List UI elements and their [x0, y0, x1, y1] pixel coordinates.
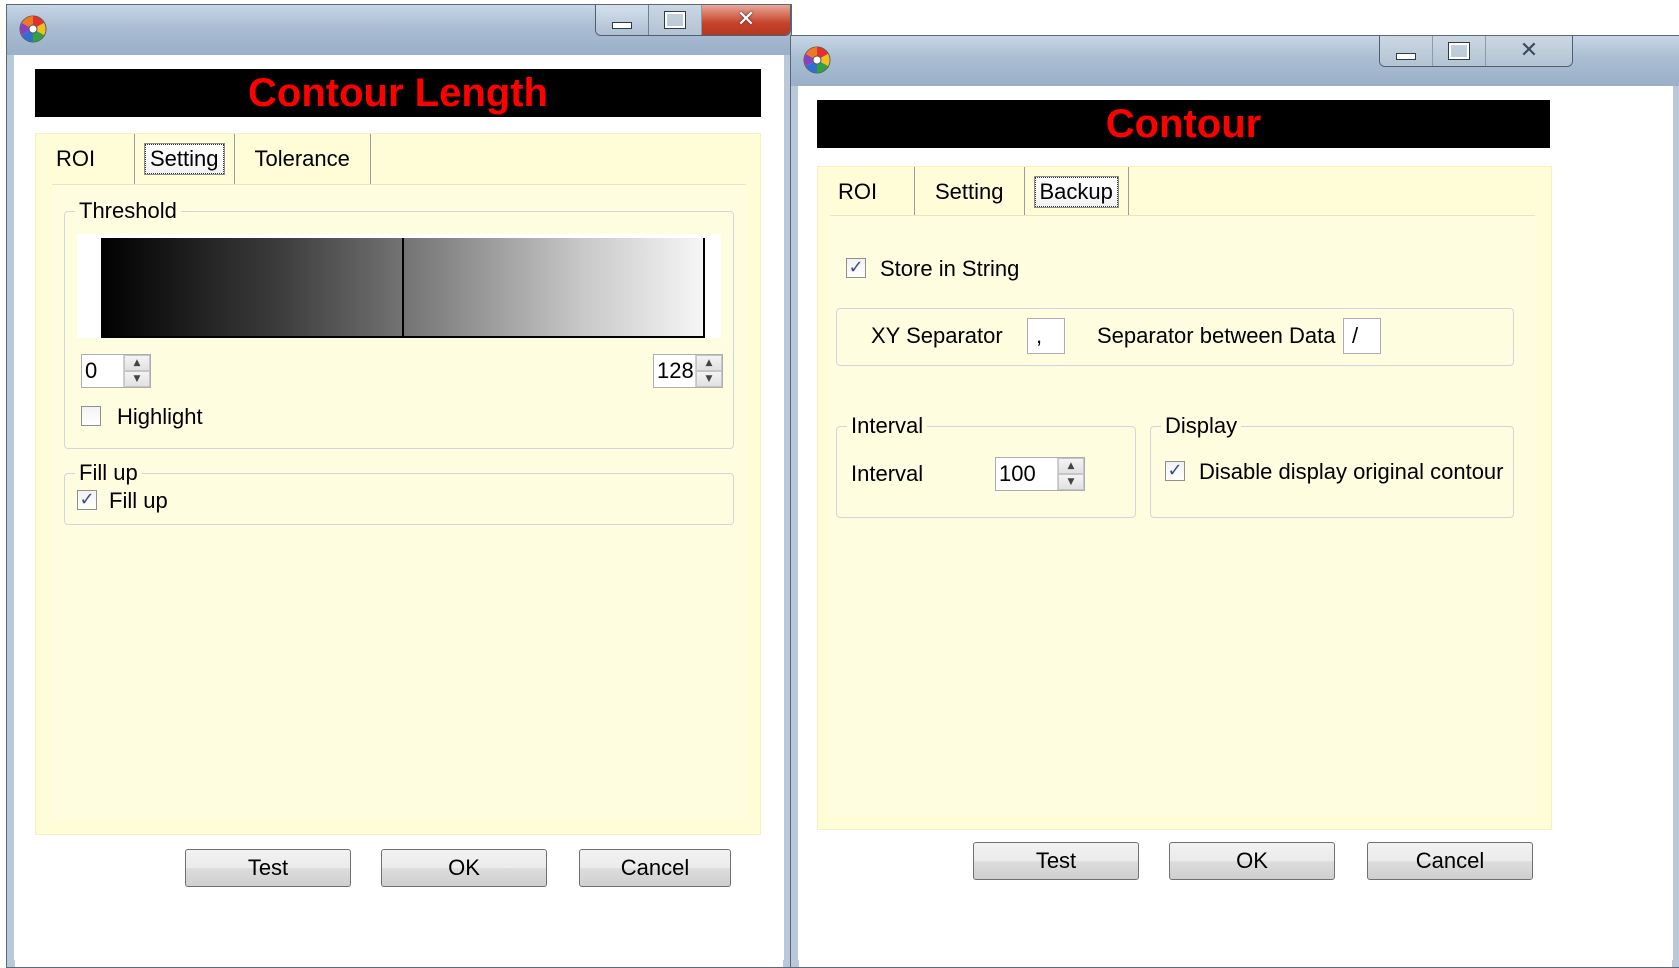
interval-group-title: Interval [847, 413, 928, 439]
setting-page: Threshold 0 ▲ ▼ 128 ▲ ▼ Highlight Fill u… [52, 184, 746, 819]
close-icon: ✕ [1519, 38, 1539, 63]
backup-page: Store in String XY Separator , Separator… [830, 215, 1535, 816]
fillup-group: Fill up Fill up [64, 460, 734, 525]
tab-control: ROI Setting Tolerance Threshold 0 ▲ ▼ 12… [35, 133, 761, 835]
ok-button[interactable]: OK [381, 849, 547, 887]
store-in-string-label: Store in String [880, 256, 1020, 281]
maximize-icon [664, 11, 686, 29]
fillup-group-title: Fill up [75, 460, 142, 486]
tab-setting[interactable]: Setting [135, 134, 235, 184]
title-bar[interactable]: ✕ [7, 5, 791, 55]
threshold-group: Threshold 0 ▲ ▼ 128 ▲ ▼ Highlight [64, 198, 734, 449]
threshold-group-title: Threshold [75, 198, 181, 224]
spin-up-icon[interactable]: ▲ [124, 355, 150, 371]
tab-tolerance[interactable]: Tolerance [235, 134, 371, 184]
contour-window: ✕ Contour ROI Setting Backup Store in St… [790, 35, 1679, 968]
dialog-client: Contour ROI Setting Backup Store in Stri… [799, 86, 1672, 967]
test-button[interactable]: Test [973, 842, 1139, 880]
threshold-low-value: 0 [85, 358, 98, 383]
highlight-label: Highlight [117, 404, 203, 429]
threshold-high-value: 128 [657, 358, 694, 383]
spin-up-icon[interactable]: ▲ [696, 355, 722, 371]
disable-display-label: Disable display original contour [1199, 459, 1504, 484]
contour-length-window: ✕ Contour Length ROI Setting Tolerance T… [6, 4, 792, 968]
tab-tolerance-label: Tolerance [254, 146, 350, 171]
color-wheel-icon [803, 46, 831, 74]
tab-setting-label: Setting [145, 144, 224, 174]
test-button[interactable]: Test [185, 849, 351, 887]
tab-control: ROI Setting Backup Store in String XY Se… [817, 166, 1552, 830]
color-wheel-icon [19, 15, 47, 43]
maximize-button[interactable] [649, 5, 702, 35]
display-group-title: Display [1161, 413, 1242, 439]
xy-separator-label: XY Separator [871, 323, 1003, 348]
data-separator-input[interactable]: / [1343, 318, 1381, 354]
close-button[interactable]: ✕ [702, 5, 790, 35]
spin-down-icon[interactable]: ▼ [124, 371, 150, 387]
tab-roi[interactable]: ROI [818, 167, 915, 217]
minimize-button[interactable] [1380, 36, 1433, 66]
tab-setting-label: Setting [935, 179, 1004, 204]
minimize-button[interactable] [596, 5, 649, 35]
disable-display-checkbox[interactable] [1165, 461, 1185, 481]
tab-roi-label: ROI [56, 146, 96, 171]
interval-label: Interval [851, 461, 924, 486]
maximize-icon [1448, 42, 1470, 60]
highlight-checkbox[interactable] [81, 406, 101, 426]
data-separator-label: Separator between Data [1097, 323, 1336, 348]
tab-roi-label: ROI [838, 179, 878, 204]
spin-down-icon[interactable]: ▼ [1058, 474, 1084, 490]
ok-button[interactable]: OK [1169, 842, 1335, 880]
store-in-string-checkbox[interactable] [846, 258, 866, 278]
title-bar[interactable]: ✕ [791, 36, 1679, 86]
interval-group: Interval Interval 100 ▲ ▼ [836, 413, 1136, 518]
threshold-right-edge [703, 238, 705, 338]
dialog-client: Contour Length ROI Setting Tolerance Thr… [15, 55, 783, 967]
threshold-low-spinbox[interactable]: 0 ▲ ▼ [81, 354, 151, 388]
tab-roi[interactable]: ROI [36, 134, 135, 184]
threshold-high-spinbox[interactable]: 128 ▲ ▼ [653, 354, 723, 388]
tab-backup-label: Backup [1034, 177, 1118, 207]
dialog-header: Contour [817, 100, 1550, 148]
interval-spinbox[interactable]: 100 ▲ ▼ [995, 457, 1085, 491]
interval-value: 100 [999, 461, 1036, 486]
maximize-button[interactable] [1433, 36, 1486, 66]
dialog-header: Contour Length [35, 69, 761, 117]
cancel-button[interactable]: Cancel [1367, 842, 1533, 880]
separator-group: XY Separator , Separator between Data / [836, 308, 1514, 366]
tab-strip: ROI Setting Backup [818, 167, 1551, 217]
close-icon: ✕ [736, 7, 756, 32]
close-button[interactable]: ✕ [1486, 36, 1572, 66]
threshold-histogram [77, 234, 721, 338]
tab-strip: ROI Setting Tolerance [36, 134, 760, 184]
spin-down-icon[interactable]: ▼ [696, 371, 722, 387]
minimize-icon [612, 21, 632, 29]
cancel-button[interactable]: Cancel [579, 849, 731, 887]
fillup-checkbox-label: Fill up [109, 488, 168, 513]
display-group: Display Disable display original contour [1150, 413, 1514, 518]
fillup-checkbox[interactable] [77, 490, 97, 510]
spin-up-icon[interactable]: ▲ [1058, 458, 1084, 474]
threshold-marker[interactable] [402, 238, 404, 338]
tab-setting[interactable]: Setting [915, 167, 1025, 217]
minimize-icon [1396, 52, 1416, 60]
xy-separator-input[interactable]: , [1027, 318, 1065, 354]
tab-backup[interactable]: Backup [1025, 167, 1129, 217]
